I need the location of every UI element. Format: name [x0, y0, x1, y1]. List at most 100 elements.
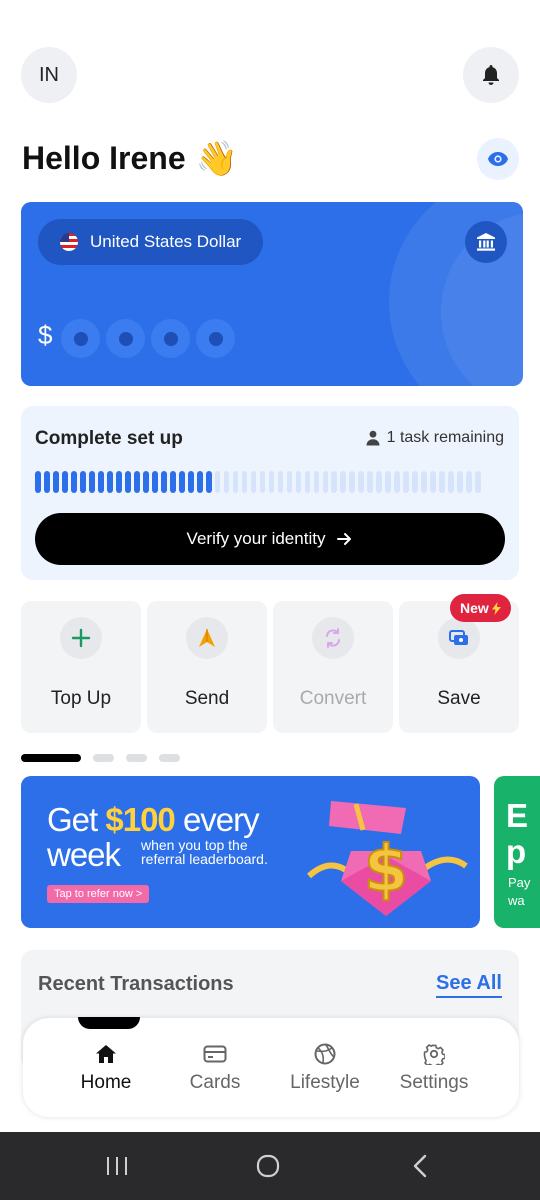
progress-segment [331, 471, 338, 493]
new-badge: New [450, 594, 511, 622]
promo-headline-suffix: every [174, 801, 260, 838]
progress-segment [106, 471, 113, 493]
notifications-button[interactable] [463, 47, 519, 103]
hidden-digit-dot [196, 319, 235, 358]
progress-segment [349, 471, 356, 493]
progress-segment [313, 471, 320, 493]
promo-amount: $100 [105, 801, 175, 838]
promo-headline-line2: week [47, 836, 121, 873]
promo-headline: Get $100 every [47, 801, 260, 839]
progress-segment [97, 471, 104, 493]
promo-subtitle-line2: referral leaderboard. [141, 851, 268, 867]
progress-segment [196, 471, 203, 493]
toggle-balance-visibility-button[interactable] [477, 138, 519, 180]
progress-segment [448, 471, 455, 493]
progress-segment [358, 471, 365, 493]
gift-box-illustration: $ [306, 801, 468, 916]
back-button[interactable] [398, 1132, 442, 1200]
carousel-dot[interactable] [21, 754, 81, 762]
top-up-button[interactable]: Top Up [21, 601, 141, 733]
system-navigation-bar [0, 1132, 540, 1200]
see-all-link[interactable]: See All [436, 972, 502, 998]
quick-actions: Top Up Send Convert Save [21, 601, 519, 733]
progress-segment [178, 471, 185, 493]
setup-card: Complete set up 1 task remaining Verify … [21, 406, 519, 580]
progress-segment [385, 471, 392, 493]
progress-segment [340, 471, 347, 493]
progress-segment [232, 471, 239, 493]
currency-label: United States Dollar [90, 232, 242, 251]
action-label: Top Up [50, 688, 112, 709]
carousel-dot[interactable] [126, 754, 147, 762]
nav-label: Settings [399, 1072, 469, 1093]
carousel-dot[interactable] [93, 754, 114, 762]
progress-segment [466, 471, 473, 493]
setup-title: Complete set up [35, 428, 183, 449]
nav-cards[interactable]: Cards [165, 1042, 265, 1094]
convert-button[interactable]: Convert [273, 601, 393, 733]
bank-details-button[interactable] [465, 221, 507, 263]
recent-apps-icon [107, 1157, 127, 1175]
avatar[interactable]: IN [21, 47, 77, 103]
next-promo-headline: E p [506, 798, 528, 870]
card-icon [203, 1045, 227, 1063]
verify-identity-label: Verify your identity [186, 529, 326, 548]
nav-home[interactable]: Home [56, 1042, 156, 1094]
send-button[interactable]: Send [147, 601, 267, 733]
next-promo-banner[interactable]: E p Pay wa [494, 776, 540, 928]
balance-card[interactable]: United States Dollar $ [21, 202, 523, 386]
next-promo-subtitle-line1: Pay [508, 875, 531, 890]
convert-icon [312, 617, 354, 659]
next-promo-headline-line2: p [506, 833, 527, 870]
progress-segment [124, 471, 131, 493]
nav-lifestyle[interactable]: Lifestyle [275, 1042, 375, 1094]
arrow-right-icon [337, 533, 352, 545]
tasks-remaining-text: 1 task remaining [386, 429, 504, 446]
lightning-icon [491, 601, 501, 615]
action-label: Send [184, 688, 230, 709]
progress-segment [439, 471, 446, 493]
refer-now-button[interactable]: Tap to refer now > [47, 885, 150, 903]
progress-segment [430, 471, 437, 493]
progress-segment [70, 471, 77, 493]
progress-segment [412, 471, 419, 493]
verify-identity-button[interactable]: Verify your identity [35, 513, 505, 565]
progress-segment [52, 471, 59, 493]
promo-subtitle: when you top the referral leaderboard. [141, 838, 268, 866]
progress-segment [115, 471, 122, 493]
nav-settings[interactable]: Settings [384, 1042, 484, 1094]
action-label: Convert [299, 688, 367, 709]
progress-segment [214, 471, 221, 493]
bottom-navigation: Home Cards Lifestyle Settings [23, 1017, 519, 1117]
gear-icon [423, 1044, 445, 1065]
progress-segment [259, 471, 266, 493]
plus-icon [60, 617, 102, 659]
recent-apps-button[interactable] [95, 1132, 139, 1200]
home-system-button[interactable] [246, 1132, 290, 1200]
greeting-text: Hello Irene [22, 140, 186, 176]
basketball-icon [314, 1043, 336, 1065]
referral-promo-banner[interactable]: Get $100 every week when you top the ref… [21, 776, 480, 928]
tasks-remaining: 1 task remaining [366, 429, 504, 447]
progress-segment [151, 471, 158, 493]
progress-segment [394, 471, 401, 493]
progress-segment [475, 471, 482, 493]
progress-segment [277, 471, 284, 493]
progress-segment [322, 471, 329, 493]
carousel-dot[interactable] [159, 754, 180, 762]
eye-icon [488, 152, 508, 166]
progress-segment [160, 471, 167, 493]
progress-segment [421, 471, 428, 493]
wave-emoji: 👋 [195, 139, 238, 178]
progress-segment [250, 471, 257, 493]
person-icon [366, 430, 380, 446]
hidden-balance [61, 319, 235, 358]
hidden-digit-dot [61, 319, 100, 358]
home-icon [96, 1045, 116, 1063]
currency-selector[interactable]: United States Dollar [38, 219, 264, 265]
progress-segment [457, 471, 464, 493]
progress-segment [286, 471, 293, 493]
savings-icon [438, 617, 480, 659]
progress-segment [142, 471, 149, 493]
progress-segment [223, 471, 230, 493]
